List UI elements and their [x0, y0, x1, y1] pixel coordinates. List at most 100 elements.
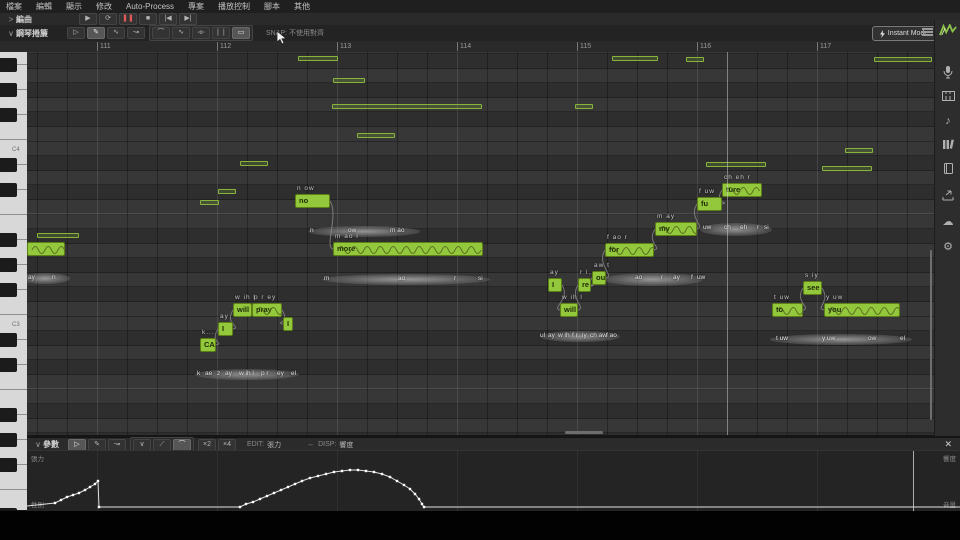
black-key[interactable] — [0, 407, 17, 422]
disp-param-value[interactable]: 響度 — [339, 440, 353, 450]
expand-arrangement-icon[interactable]: > — [6, 15, 16, 24]
menu-item-專案[interactable]: 專案 — [188, 1, 204, 12]
go-start-button[interactable]: |◀ — [159, 13, 177, 25]
param-pencil-tool[interactable]: ✎ — [88, 438, 106, 451]
menu-item-編輯[interactable]: 編輯 — [36, 1, 52, 12]
arrangement-section-label[interactable]: 編曲 — [16, 14, 32, 25]
note[interactable]: my — [655, 222, 697, 236]
black-key[interactable] — [0, 107, 17, 122]
note[interactable]: I — [548, 278, 562, 292]
music-note-icon[interactable]: ♪ — [935, 115, 960, 127]
pitch-mode-seg[interactable]: ◃▹ — [192, 27, 210, 39]
panel-menu-icon[interactable] — [922, 28, 933, 37]
note[interactable]: to — [772, 303, 803, 317]
menu-item-腳本[interactable]: 腳本 — [264, 1, 280, 12]
pianoroll-section-label[interactable]: 鋼琴捲簾 — [16, 28, 48, 39]
settings-gear-icon[interactable]: ⚙ — [935, 240, 960, 253]
stop-button[interactable]: ■ — [139, 13, 157, 25]
note[interactable]: I — [218, 322, 233, 336]
vertical-scrollbar[interactable] — [930, 250, 932, 420]
menu-item-Auto-Process[interactable]: Auto-Process — [126, 2, 174, 11]
black-key[interactable] — [0, 432, 17, 447]
white-key[interactable] — [0, 489, 27, 510]
edit-param-value[interactable]: 張力 — [267, 440, 281, 450]
note[interactable]: fu — [697, 197, 722, 211]
note[interactable]: more — [333, 242, 483, 256]
menu-item-檔案[interactable]: 檔案 — [6, 1, 22, 12]
note[interactable]: for — [605, 243, 654, 257]
collapse-pianoroll-icon[interactable]: ∨ — [6, 29, 16, 38]
param-shape-chevron[interactable]: ∨ — [133, 438, 151, 451]
parameters-panel-header: ∨ 參數 ▷ ✎ ↝ ∨ ⟋ ⌒ ×2 ×4 EDIT: 張力 ↔ DISP: 響度 ✕ — [27, 436, 960, 453]
note[interactable]: out — [592, 271, 606, 285]
transport-controls: ▶ ⟳ ❚❚ ■ |◀ ▶| — [78, 13, 198, 25]
pause-button[interactable]: ❚❚ — [119, 13, 137, 25]
param-zoom-x4[interactable]: ×4 — [218, 438, 236, 451]
pointer-tool[interactable]: ▷ — [67, 27, 85, 39]
param-zoom-x2[interactable]: ×2 — [198, 438, 216, 451]
snap-value[interactable]: 不使用對齊 — [289, 30, 324, 37]
note[interactable]: see — [803, 281, 822, 295]
horizontal-scrollbar[interactable] — [565, 431, 603, 434]
piano-icon[interactable] — [935, 91, 960, 104]
pianoroll-header-row: ∨ 鋼琴捲簾 ▷ ✎ ∿ ↝ ⌒ ∿ ◃▹ ❘❘ ▭ SNAP: 不使用對齊 — [0, 25, 960, 41]
note[interactable]: you — [824, 303, 900, 317]
vibrato-wave-icon — [256, 307, 281, 315]
pitch-mode-flat[interactable]: ▭ — [232, 27, 250, 39]
param-step-tool[interactable]: ↝ — [108, 438, 126, 451]
close-parameters-icon[interactable]: ✕ — [944, 439, 952, 450]
menu-item-其他[interactable]: 其他 — [294, 1, 310, 12]
note-lyric: I — [222, 324, 225, 333]
param-pointer-tool[interactable]: ▷ — [68, 438, 86, 451]
black-key[interactable] — [0, 282, 17, 297]
pitch-tool[interactable]: ↝ — [127, 27, 145, 39]
export-icon[interactable] — [935, 190, 960, 204]
note-lyric: will — [237, 305, 250, 314]
menu-item-顯示[interactable]: 顯示 — [66, 1, 82, 12]
playhead — [727, 52, 728, 435]
pitch-mode-sine[interactable]: ∿ — [172, 27, 190, 39]
library-icon[interactable] — [935, 139, 960, 153]
note-draw-tool[interactable]: ∿ — [107, 27, 125, 39]
black-key[interactable] — [0, 232, 17, 247]
menu-item-播放控制[interactable]: 播放控制 — [218, 1, 250, 12]
black-key[interactable] — [0, 332, 17, 347]
black-key[interactable] — [0, 457, 17, 472]
note[interactable]: no — [295, 194, 330, 208]
right-sidebar: ♪ ☁ ⚙ — [934, 20, 960, 436]
note[interactable]: re — [578, 278, 591, 292]
pitch-mode-bars[interactable]: ❘❘ — [212, 27, 230, 39]
go-end-button[interactable]: ▶| — [179, 13, 197, 25]
pitch-mode-group: ⌒ ∿ ◃▹ ❘❘ ▭ — [149, 25, 253, 41]
note[interactable]: will — [560, 303, 578, 317]
black-key[interactable] — [0, 157, 17, 172]
note[interactable]: will — [233, 303, 252, 317]
note[interactable]: ture — [722, 183, 762, 197]
piano-keyboard[interactable]: C4 C3 — [0, 52, 27, 510]
collapse-parameters-icon[interactable]: ∨ — [33, 440, 43, 449]
microphone-icon[interactable] — [935, 66, 960, 82]
black-key[interactable] — [0, 82, 17, 97]
book-icon[interactable] — [935, 163, 960, 177]
parameter-graph[interactable]: 張力 性別 響度 音量 — [27, 450, 960, 511]
param-shape-line[interactable]: ⟋ — [153, 438, 171, 451]
note[interactable]: pray — [252, 303, 282, 317]
black-key[interactable] — [0, 182, 17, 197]
black-key[interactable] — [0, 257, 17, 272]
param-shape-arc[interactable]: ⌒ — [173, 438, 191, 451]
black-key[interactable] — [0, 357, 17, 372]
black-key[interactable] — [0, 57, 17, 72]
menu-item-修改[interactable]: 修改 — [96, 1, 112, 12]
pitch-mode-arc[interactable]: ⌒ — [152, 27, 170, 39]
play-button[interactable]: ▶ — [79, 13, 97, 25]
beat-line — [247, 52, 248, 435]
cloud-icon[interactable]: ☁ — [935, 215, 960, 228]
black-key[interactable] — [0, 507, 17, 510]
disp-arrows-icon[interactable]: ↔ — [307, 441, 314, 448]
edit-param-label: EDIT: — [247, 441, 265, 448]
note[interactable]: CA.. — [200, 338, 216, 352]
pencil-tool[interactable]: ✎ — [87, 27, 105, 39]
note[interactable]: I — [283, 317, 293, 331]
loop-button[interactable]: ⟳ — [99, 13, 117, 25]
note[interactable] — [27, 242, 65, 256]
